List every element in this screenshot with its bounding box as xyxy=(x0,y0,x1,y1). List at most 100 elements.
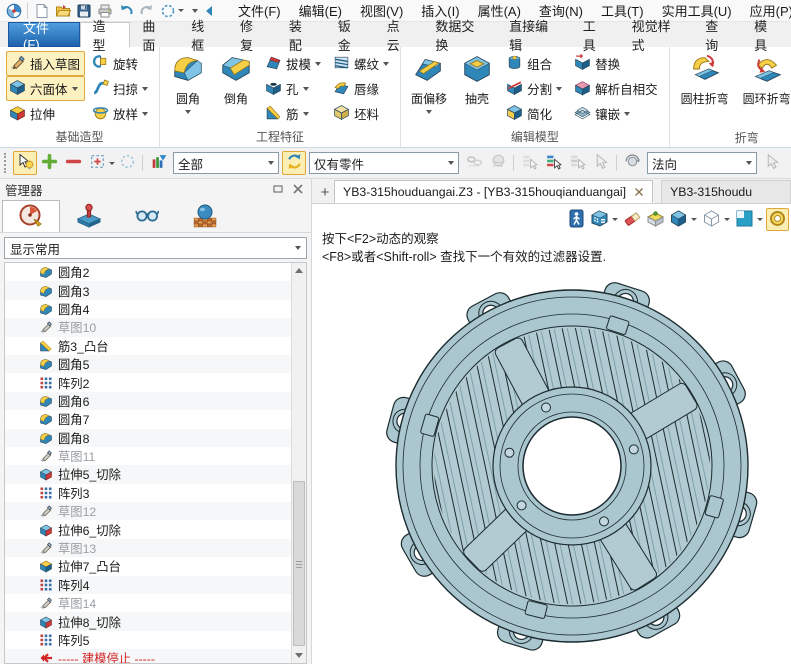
normal-direction-combo[interactable]: 法向 xyxy=(647,152,757,174)
chevron-down-icon[interactable] xyxy=(142,87,148,91)
ribbon-button-放样[interactable]: 放样 xyxy=(89,101,153,126)
tree-item-圆角8[interactable]: 圆角8 xyxy=(5,429,291,447)
chevron-down-icon[interactable] xyxy=(624,112,630,116)
tree-item-阵列5[interactable]: 阵列5 xyxy=(5,631,291,649)
ribbon-button-六面体[interactable]: 六面体 xyxy=(6,76,85,101)
tree-item-拉伸5_切除[interactable]: 拉伸5_切除 xyxy=(5,465,291,483)
chevron-down-icon[interactable] xyxy=(72,87,78,91)
ribbon-button-螺纹[interactable]: 螺纹 xyxy=(330,51,394,76)
scroll-thumb[interactable] xyxy=(293,481,305,646)
chevron-down-icon[interactable] xyxy=(185,110,191,114)
smart-pick-toggle[interactable] xyxy=(13,151,37,175)
ribbon-button-插入草图[interactable]: 插入草图 xyxy=(6,51,85,76)
ribbon-tab-8[interactable]: 数据交换 xyxy=(423,22,497,47)
exit-view-button[interactable] xyxy=(565,208,588,231)
tree-item-圆角4[interactable]: 圆角4 xyxy=(5,300,291,318)
ribbon-button-旋转[interactable]: 旋转 xyxy=(89,51,153,76)
chevron-down-icon[interactable] xyxy=(268,161,274,165)
ribbon-button-镶嵌[interactable]: 镶嵌 xyxy=(571,101,663,126)
ribbon-tab-5[interactable]: 装配 xyxy=(277,22,326,47)
tree-item-圆角2[interactable]: 圆角2 xyxy=(5,263,291,281)
clipped-view-button[interactable] xyxy=(766,208,789,231)
ribbon-button-圆柱折弯[interactable]: 圆柱折弯 xyxy=(674,50,736,107)
shaded-view-button[interactable] xyxy=(667,208,690,231)
document-tab-inactive[interactable]: YB3-315houdu xyxy=(661,180,791,203)
ribbon-button-倒角[interactable]: 倒角 xyxy=(212,50,260,107)
ribbon-tab-6[interactable]: 钣金 xyxy=(326,22,375,47)
model-viewport[interactable]: 按下<F2>动态的观察 <F8>或者<Shift-roll> 查找下一个有效的过… xyxy=(312,204,791,664)
scope-filter-combo[interactable]: 仅有零件 xyxy=(309,152,459,174)
ribbon-button-组合[interactable]: 组合 xyxy=(503,51,567,76)
ribbon-tab-9[interactable]: 直接编辑 xyxy=(497,22,571,47)
toolbar-grip[interactable] xyxy=(4,153,9,173)
motor-end-cap-model[interactable] xyxy=(312,204,791,664)
ribbon-button-拉伸[interactable]: 拉伸 xyxy=(6,101,85,126)
ribbon-tab-7[interactable]: 点云 xyxy=(375,22,424,47)
close-tab-icon[interactable] xyxy=(634,187,644,197)
swap-filter[interactable] xyxy=(282,151,306,175)
tree-item-圆角5[interactable]: 圆角5 xyxy=(5,355,291,373)
chevron-down-icon[interactable] xyxy=(303,87,309,91)
pick-cursor[interactable] xyxy=(589,151,613,175)
ribbon-button-分割[interactable]: points="1.5,5 8,1.5 14.5,5 8,8.5" fill="… xyxy=(503,76,567,101)
box-pick[interactable] xyxy=(85,151,109,175)
tree-item-阵列2[interactable]: 阵列2 xyxy=(5,373,291,391)
chevron-down-icon[interactable] xyxy=(383,62,389,66)
pick-last-entity[interactable] xyxy=(541,151,565,175)
tree-item-拉伸8_切除[interactable]: 拉伸8_切除 xyxy=(5,612,291,630)
display-mode-button[interactable] xyxy=(588,208,611,231)
panel-restore-icon[interactable] xyxy=(272,183,286,195)
ribbon-button-替换[interactable]: points="1.5,5 8,1.5 14.5,5 8,8.5" fill="… xyxy=(571,51,663,76)
ribbon-button-孔[interactable]: points="1.5,5 8,1.5 14.5,5 8,8.5" fill="… xyxy=(262,76,326,101)
undo-icon[interactable] xyxy=(115,1,136,20)
ribbon-tab-4[interactable]: 修复 xyxy=(228,22,277,47)
ribbon-tab-1[interactable]: 造型 xyxy=(80,22,131,47)
color-filter[interactable] xyxy=(146,151,170,175)
chevron-down-icon[interactable] xyxy=(303,112,309,116)
ribbon-tab-2[interactable]: 曲面 xyxy=(130,22,179,47)
chevron-down-icon[interactable] xyxy=(142,112,148,116)
view-layout-button[interactable] xyxy=(733,208,756,231)
pick-all-list[interactable] xyxy=(565,151,589,175)
tree-item-筋3_凸台[interactable]: 筋3_凸台 xyxy=(5,337,291,355)
ribbon-button-筋[interactable]: 筋 xyxy=(262,101,326,126)
ribbon-tab-10[interactable]: 工具 xyxy=(571,22,620,47)
tree-item-阵列4[interactable]: 阵列4 xyxy=(5,576,291,594)
remove-from-selection[interactable] xyxy=(61,151,85,175)
ribbon-tab-12[interactable]: 查询 xyxy=(693,22,742,47)
chain-pick[interactable] xyxy=(462,151,486,175)
reorient-pick[interactable] xyxy=(620,151,644,175)
erase-button[interactable] xyxy=(621,208,644,231)
ribbon-button-坯料[interactable]: 坯料 xyxy=(330,101,394,126)
chevron-down-icon[interactable] xyxy=(757,218,763,221)
tree-item-草图14[interactable]: 草图14 xyxy=(5,594,291,612)
chevron-down-icon[interactable] xyxy=(426,110,432,114)
entity-filter-combo[interactable]: 全部 xyxy=(173,152,279,174)
pick-cursor-2[interactable] xyxy=(760,151,784,175)
tree-item-圆角7[interactable]: 圆角7 xyxy=(5,410,291,428)
tab-file[interactable]: 文件(F) xyxy=(8,22,80,47)
ribbon-button-解析自相交[interactable]: 解析自相交 xyxy=(571,76,663,101)
tab-visibility-manager[interactable] xyxy=(118,200,176,232)
tree-item-草图11[interactable]: 草图11 xyxy=(5,447,291,465)
datum-button[interactable] xyxy=(644,208,667,231)
save-icon[interactable] xyxy=(73,1,94,20)
tree-item-草图10[interactable]: 草图10 xyxy=(5,318,291,336)
tree-scrollbar[interactable] xyxy=(291,263,306,663)
tree-item-圆角3[interactable]: 圆角3 xyxy=(5,281,291,299)
chevron-down-icon[interactable] xyxy=(612,218,618,221)
chevron-down-icon[interactable] xyxy=(746,161,752,165)
ribbon-tab-11[interactable]: 视觉样式 xyxy=(620,22,694,47)
chevron-down-icon[interactable] xyxy=(556,87,562,91)
sphere-pick[interactable] xyxy=(486,151,510,175)
scroll-up-icon[interactable] xyxy=(292,263,306,278)
tree-item-圆角6[interactable]: 圆角6 xyxy=(5,392,291,410)
chevron-down-icon[interactable] xyxy=(724,218,730,221)
add-document-tab[interactable]: + xyxy=(316,181,334,203)
panel-close-icon[interactable] xyxy=(292,183,306,195)
ribbon-tab-3[interactable]: 线框 xyxy=(179,22,228,47)
ribbon-button-简化[interactable]: 简化 xyxy=(503,101,567,126)
chevron-down-icon[interactable] xyxy=(315,62,321,66)
tab-view-manager[interactable] xyxy=(176,200,234,232)
chevron-down-icon[interactable] xyxy=(448,161,454,165)
